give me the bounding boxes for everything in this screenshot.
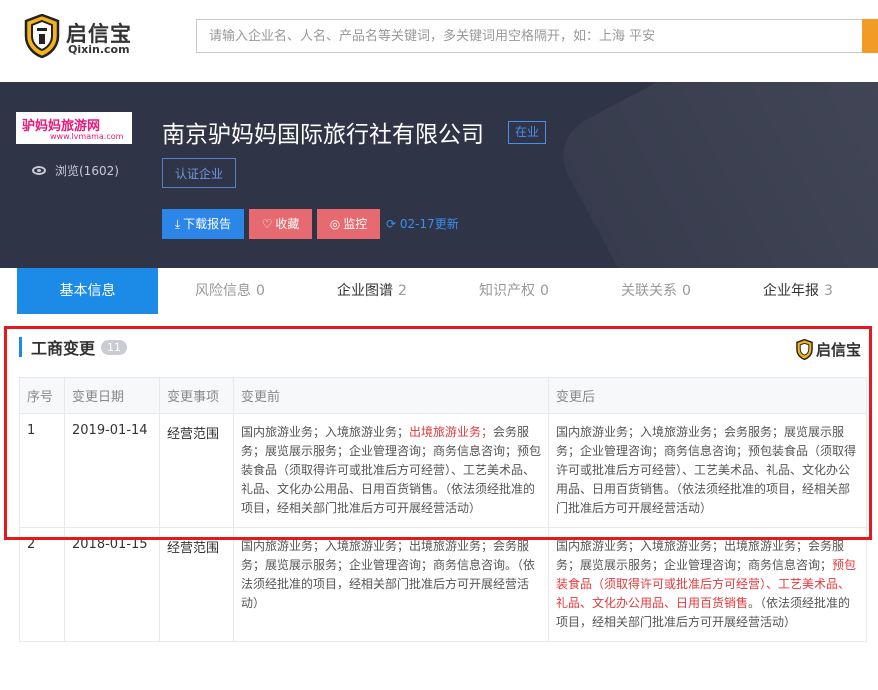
tab-count: 0 bbox=[682, 283, 691, 299]
tab-basic-info[interactable]: 基本信息 bbox=[17, 268, 158, 314]
section-accent-bar bbox=[19, 337, 22, 357]
text-segment: 国内旅游业务；入境旅游业务；出境旅游业务；会务服务；展览展示服务；企业管理咨询；… bbox=[241, 539, 536, 610]
tab-relations[interactable]: 关联关系 0 bbox=[586, 268, 726, 314]
view-count-label: 浏览(1602) bbox=[55, 164, 119, 178]
table-header-row: 序号 变更日期 变更事项 变更前 变更后 bbox=[19, 377, 867, 414]
status-badge: 在业 bbox=[508, 121, 547, 144]
verify-company-button[interactable]: 认证企业 bbox=[162, 158, 236, 188]
section-title-text: 工商变更 bbox=[31, 339, 96, 358]
cell-no: 2 bbox=[19, 527, 65, 642]
favorite-label: 收藏 bbox=[275, 217, 300, 231]
section-title: 工商变更 11 bbox=[19, 336, 128, 358]
company-header: 驴妈妈旅游网 www.lvmama.com 浏览(1602) 南京驴妈妈国际旅行… bbox=[0, 82, 878, 268]
table-row: 1 2019-01-14 经营范围 国内旅游业务；入境旅游业务；出境旅游业务；会… bbox=[19, 413, 867, 528]
text-segment: 国内旅游业务；入境旅游业务；会务服务；展览展示服务；企业管理咨询；商务信息咨询；… bbox=[556, 425, 857, 515]
tab-label: 风险信息 bbox=[195, 283, 252, 299]
tab-annual-report[interactable]: 企业年报 3 bbox=[728, 268, 868, 314]
download-report-button[interactable]: ⤓ 下载报告 bbox=[162, 209, 244, 239]
header-before: 变更前 bbox=[233, 377, 549, 414]
tab-label: 关联关系 bbox=[621, 283, 678, 299]
header-no: 序号 bbox=[19, 377, 65, 414]
tab-label: 企业图谱 bbox=[337, 283, 394, 299]
cell-item: 经营范围 bbox=[159, 413, 234, 528]
tab-count: 0 bbox=[256, 283, 265, 299]
download-report-label: 下载报告 bbox=[183, 217, 232, 231]
tab-ip[interactable]: 知识产权 0 bbox=[444, 268, 584, 314]
qixin-shield-icon bbox=[24, 14, 60, 58]
watermark-text: 启信宝 bbox=[816, 341, 862, 359]
cell-after: 国内旅游业务；入境旅游业务；会务服务；展览展示服务；企业管理咨询；商务信息咨询；… bbox=[548, 413, 867, 528]
highlight-segment: 出境旅游业务； bbox=[409, 425, 494, 439]
tab-company-graph[interactable]: 企业图谱 2 bbox=[302, 268, 442, 314]
location-pin-icon: ◎ bbox=[329, 217, 341, 231]
table-row: 2 2018-01-15 经营范围 国内旅游业务；入境旅游业务；出境旅游业务；会… bbox=[19, 527, 867, 642]
eye-icon bbox=[32, 166, 46, 175]
cell-before: 国内旅游业务；入境旅游业务；出境旅游业务；会务服务；展览展示服务；企业管理咨询；… bbox=[233, 527, 549, 642]
tab-label: 基本信息 bbox=[59, 283, 116, 299]
brand-domain: Qixin.com bbox=[68, 43, 130, 56]
header-decoration bbox=[549, 82, 878, 268]
cell-date: 2018-01-15 bbox=[64, 527, 160, 642]
download-icon: ⤓ bbox=[174, 217, 181, 231]
change-table: 序号 变更日期 变更事项 变更前 变更后 1 2019-01-14 经营范围 国… bbox=[19, 377, 867, 642]
tab-label: 企业年报 bbox=[763, 283, 820, 299]
view-count: 浏览(1602) bbox=[32, 162, 119, 179]
search-button[interactable] bbox=[862, 19, 878, 53]
cell-date: 2019-01-14 bbox=[64, 413, 160, 528]
heart-icon: ♡ bbox=[261, 217, 273, 231]
company-name: 南京驴妈妈国际旅行社有限公司 bbox=[162, 122, 484, 148]
tab-risk-info[interactable]: 风险信息 0 bbox=[160, 268, 300, 314]
update-label: 02-17更新 bbox=[399, 217, 459, 231]
cell-item: 经营范围 bbox=[159, 527, 234, 642]
company-logo-url: www.lvmama.com bbox=[50, 132, 124, 141]
count-badge: 11 bbox=[101, 339, 128, 355]
monitor-button[interactable]: ◎ 监控 bbox=[317, 209, 380, 239]
text-segment: 国内旅游业务；入境旅游业务； bbox=[241, 425, 410, 439]
tab-label: 知识产权 bbox=[479, 283, 536, 299]
brand-logo[interactable]: 启信宝 Qixin.com bbox=[24, 14, 142, 60]
monitor-label: 监控 bbox=[343, 217, 368, 231]
text-segment: 国内旅游业务；入境旅游业务；出境旅游业务；会务服务；展览展示服务；企业管理咨询；… bbox=[556, 539, 845, 572]
refresh-icon: ⟳ bbox=[386, 217, 397, 231]
header-item: 变更事项 bbox=[159, 377, 234, 414]
update-button[interactable]: ⟳ 02-17更新 bbox=[386, 209, 459, 239]
tab-count: 2 bbox=[398, 283, 407, 299]
cell-before: 国内旅游业务；入境旅游业务；出境旅游业务；会务服务；展览展示服务；企业管理咨询；… bbox=[233, 413, 549, 528]
tab-bar: 基本信息 风险信息 0 企业图谱 2 知识产权 0 关联关系 0 企业年报 3 bbox=[0, 268, 878, 314]
header-after: 变更后 bbox=[548, 377, 867, 414]
watermark-logo: 启信宝 bbox=[796, 339, 861, 360]
favorite-button[interactable]: ♡ 收藏 bbox=[249, 209, 312, 239]
tab-count: 0 bbox=[540, 283, 549, 299]
cell-no: 1 bbox=[19, 413, 65, 528]
tab-count: 3 bbox=[824, 283, 833, 299]
top-bar: 启信宝 Qixin.com bbox=[0, 0, 878, 82]
header-date: 变更日期 bbox=[64, 377, 160, 414]
company-logo: 驴妈妈旅游网 www.lvmama.com bbox=[16, 112, 132, 144]
search-box bbox=[196, 19, 864, 53]
qixin-shield-icon bbox=[796, 339, 813, 360]
cell-after: 国内旅游业务；入境旅游业务；出境旅游业务；会务服务；展览展示服务；企业管理咨询；… bbox=[548, 527, 867, 642]
search-input[interactable] bbox=[197, 20, 863, 52]
